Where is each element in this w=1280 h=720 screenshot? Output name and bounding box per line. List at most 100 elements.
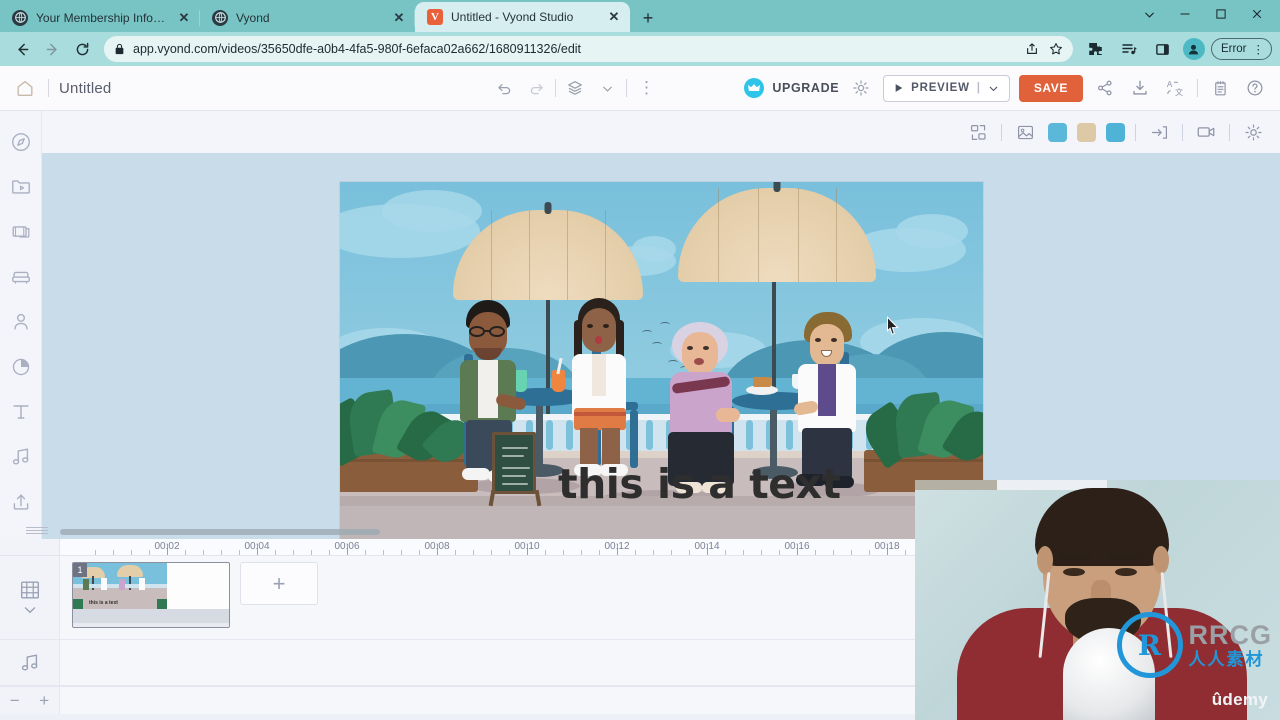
baluster bbox=[746, 420, 753, 450]
toolbar-divider bbox=[1001, 123, 1002, 141]
color-swatch-3[interactable] bbox=[1106, 122, 1125, 142]
sidebar-item-text[interactable] bbox=[8, 399, 34, 425]
new-tab-button[interactable]: + bbox=[634, 4, 662, 32]
ruler-tick-minor bbox=[131, 550, 132, 555]
sidebar-item-props[interactable] bbox=[8, 264, 34, 290]
header-divider bbox=[48, 79, 49, 97]
header-divider bbox=[555, 79, 557, 97]
align-objects-icon[interactable] bbox=[965, 119, 991, 145]
sidebar-item-upload[interactable] bbox=[8, 489, 34, 515]
close-window-button[interactable] bbox=[1240, 0, 1274, 28]
reload-button[interactable] bbox=[68, 35, 96, 63]
browser-tab-3-close[interactable]: ✕ bbox=[606, 9, 622, 25]
extensions-puzzle-icon[interactable] bbox=[1081, 35, 1109, 63]
reading-list-icon[interactable] bbox=[1115, 35, 1143, 63]
sidebar-item-charts[interactable] bbox=[8, 354, 34, 380]
rrcg-watermark-name: RRCG bbox=[1188, 620, 1272, 650]
ruler-tick-minor bbox=[113, 550, 114, 555]
ruler-label: 00:10 bbox=[514, 541, 540, 552]
undo-icon[interactable] bbox=[491, 75, 517, 101]
layers-chevron-down-icon[interactable] bbox=[594, 75, 620, 101]
tab-search-chevron-icon[interactable] bbox=[1132, 0, 1166, 28]
sidebar-item-explore[interactable] bbox=[8, 129, 34, 155]
upgrade-button[interactable]: UPGRADE bbox=[744, 78, 839, 98]
header-divider bbox=[1197, 79, 1198, 97]
video-canvas[interactable]: this is a text bbox=[340, 182, 983, 539]
profile-avatar[interactable] bbox=[1182, 38, 1205, 60]
music-note-icon bbox=[19, 652, 41, 674]
scenes-track-chevron-down-icon[interactable] bbox=[23, 603, 37, 617]
header-actions: UPGRADE PREVIEW | SAVE A文 bbox=[744, 74, 1268, 102]
redo-icon[interactable] bbox=[523, 75, 549, 101]
more-options-icon[interactable]: ⋮ bbox=[633, 75, 659, 101]
forward-button[interactable] bbox=[38, 35, 66, 63]
browser-extension-icons: Error ⋮ bbox=[1081, 35, 1272, 63]
sidebar-item-my-videos[interactable] bbox=[8, 174, 34, 200]
sidebar-item-characters[interactable] bbox=[8, 309, 34, 335]
scene-text-element[interactable]: this is a text bbox=[558, 460, 841, 508]
share-node-icon[interactable] bbox=[1092, 75, 1118, 101]
bird bbox=[642, 330, 652, 335]
browser-tab-1-close[interactable]: ✕ bbox=[176, 10, 192, 26]
bookmark-star-icon[interactable] bbox=[1049, 42, 1063, 56]
scene-clip-1[interactable]: 1 this is a text bbox=[72, 562, 230, 628]
add-scene-button[interactable]: + bbox=[240, 562, 318, 605]
browser-tab-1-title: Your Membership Information bbox=[36, 10, 168, 25]
timeline-resize-grip[interactable] bbox=[26, 527, 48, 536]
timeline-zoom-controls: − + bbox=[0, 687, 60, 714]
download-icon[interactable] bbox=[1127, 75, 1153, 101]
chalkboard-sign bbox=[492, 432, 536, 494]
preview-chevron-down-icon[interactable] bbox=[988, 83, 999, 94]
browser-menu-icon[interactable]: ⋮ bbox=[1253, 42, 1265, 56]
zoom-out-button[interactable]: − bbox=[10, 691, 20, 711]
bird bbox=[668, 360, 678, 365]
sidebar-item-scenes[interactable] bbox=[8, 219, 34, 245]
share-icon[interactable] bbox=[1025, 42, 1039, 56]
error-badge-button[interactable]: Error ⋮ bbox=[1210, 38, 1272, 60]
ruler-tick-minor bbox=[365, 550, 366, 555]
gear-icon[interactable] bbox=[848, 75, 874, 101]
ruler-label: 00:02 bbox=[154, 541, 180, 552]
toolbar-divider bbox=[1182, 123, 1183, 141]
preview-label: PREVIEW bbox=[911, 82, 970, 94]
sidebar-item-audio[interactable] bbox=[8, 444, 34, 470]
side-panel-icon[interactable] bbox=[1149, 35, 1177, 63]
document-title[interactable]: Untitled bbox=[59, 80, 111, 97]
color-swatch-1[interactable] bbox=[1048, 122, 1067, 142]
ruler-tick-minor bbox=[491, 550, 492, 555]
ruler-tick-minor bbox=[761, 550, 762, 555]
notepad-icon[interactable] bbox=[1207, 75, 1233, 101]
image-icon[interactable] bbox=[1012, 119, 1038, 145]
ruler-tick-minor bbox=[455, 550, 456, 555]
video-camera-icon[interactable] bbox=[1193, 119, 1219, 145]
ruler-left-gutter bbox=[0, 539, 60, 555]
address-bar[interactable]: app.vyond.com/videos/35650dfe-a0b4-4fa5-… bbox=[104, 36, 1073, 62]
browser-tab-2[interactable]: Vyond ✕ bbox=[200, 3, 415, 32]
ruler-tick-minor bbox=[419, 550, 420, 555]
lock-icon bbox=[114, 43, 125, 55]
help-circle-icon[interactable] bbox=[1242, 75, 1268, 101]
preview-button[interactable]: PREVIEW | bbox=[883, 74, 1010, 102]
maximize-button[interactable] bbox=[1204, 0, 1238, 28]
browser-tab-2-close[interactable]: ✕ bbox=[391, 10, 407, 26]
stage-toolbar bbox=[42, 111, 1280, 153]
baluster bbox=[646, 420, 653, 450]
gear-icon[interactable] bbox=[1240, 119, 1266, 145]
minimize-button[interactable] bbox=[1168, 0, 1202, 28]
translate-icon[interactable]: A文 bbox=[1162, 75, 1188, 101]
scenes-track-header[interactable] bbox=[0, 556, 60, 639]
browser-tab-bar: Your Membership Information ✕ Vyond ✕ V … bbox=[0, 0, 1280, 32]
layers-icon[interactable] bbox=[562, 75, 588, 101]
ruler-label: 00:12 bbox=[604, 541, 630, 552]
ruler-tick-minor bbox=[149, 550, 150, 555]
audio-track-header[interactable] bbox=[0, 640, 60, 685]
enter-scene-icon[interactable] bbox=[1146, 119, 1172, 145]
back-button[interactable] bbox=[8, 35, 36, 63]
browser-tab-1[interactable]: Your Membership Information ✕ bbox=[0, 3, 200, 32]
browser-tab-3[interactable]: V Untitled - Vyond Studio ✕ bbox=[415, 2, 630, 32]
zoom-in-button[interactable]: + bbox=[39, 691, 49, 711]
home-icon[interactable] bbox=[12, 75, 38, 101]
save-button[interactable]: SAVE bbox=[1018, 74, 1083, 102]
color-swatch-2[interactable] bbox=[1077, 122, 1096, 142]
globe-icon bbox=[12, 9, 28, 26]
